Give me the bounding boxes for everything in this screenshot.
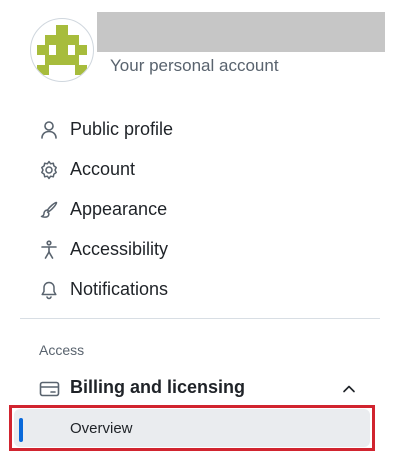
active-indicator (19, 418, 23, 442)
subnav-item-overview[interactable]: Overview (14, 409, 370, 447)
accessibility-icon (39, 240, 59, 260)
settings-nav: Public profile Account Appearance Access… (0, 110, 398, 310)
billing-label: Billing and licensing (70, 377, 246, 397)
nav-item-label: Notifications (70, 279, 169, 299)
bell-icon (39, 280, 59, 300)
paintbrush-icon (39, 200, 59, 220)
subnav-item-label: Overview (70, 420, 133, 437)
nav-item-notifications[interactable]: Notifications (0, 270, 398, 310)
nav-item-label: Accessibility (70, 239, 169, 259)
nav-item-label: Public profile (70, 119, 174, 139)
section-heading-access: Access (39, 342, 85, 358)
nav-item-label: Account (70, 159, 136, 179)
chevron-up-icon[interactable] (340, 380, 358, 398)
nav-item-public-profile[interactable]: Public profile (0, 110, 398, 150)
nav-item-appearance[interactable]: Appearance (0, 190, 398, 230)
avatar[interactable] (30, 18, 94, 82)
account-name-redacted (97, 12, 385, 52)
settings-sidebar: Your personal account Public profile Acc… (0, 0, 398, 458)
nav-item-label: Appearance (70, 199, 168, 219)
nav-item-account[interactable]: Account (0, 150, 398, 190)
nav-item-billing[interactable]: Billing and licensing (0, 372, 398, 406)
nav-item-accessibility[interactable]: Accessibility (0, 230, 398, 270)
credit-card-icon (39, 379, 60, 399)
identicon-image (37, 25, 87, 75)
account-subtitle: Your personal account (110, 56, 279, 75)
nav-divider (20, 318, 380, 319)
gear-icon (39, 160, 59, 180)
person-icon (39, 120, 59, 140)
